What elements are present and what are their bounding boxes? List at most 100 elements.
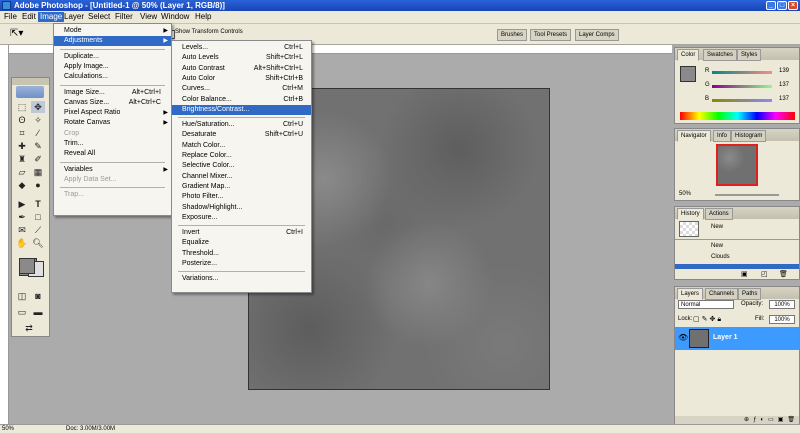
menu-item-rotate-canvas[interactable]: Rotate Canvas ▶	[54, 118, 171, 128]
menu-item-photo-filter[interactable]: Photo Filter...	[172, 192, 311, 202]
opacity-input[interactable]: 100%	[769, 300, 795, 309]
tab-histogram[interactable]: Histogram	[731, 130, 767, 142]
channel-r-slider[interactable]	[712, 71, 772, 74]
menu-item-trim[interactable]: Trim...	[54, 139, 171, 149]
eraser-tool-icon[interactable]: ▱	[15, 166, 29, 178]
history-state-new[interactable]: New	[711, 243, 723, 249]
zoom-tool-icon[interactable]: 🔍︎	[31, 237, 45, 249]
palette-well-brushes[interactable]: Brushes	[497, 29, 528, 41]
menu-item-exposure[interactable]: Exposure...	[172, 213, 311, 223]
lasso-tool-icon[interactable]: ʘ	[15, 114, 29, 126]
layers-panel-footer-icons[interactable]: ⊕ƒ◐▭▣🗑︎	[675, 416, 799, 424]
notes-tool-icon[interactable]: ✉	[15, 224, 29, 236]
tab-swatches[interactable]: Swatches	[703, 49, 738, 61]
tab-channels[interactable]: Channels	[705, 288, 739, 300]
menu-item-reveal-all[interactable]: Reveal All	[54, 149, 171, 159]
menu-item-image-size[interactable]: Image Size... Alt+Ctrl+I	[54, 88, 171, 98]
minimize-button[interactable]: _	[766, 1, 776, 10]
standard-mode-icon[interactable]: ◫	[15, 290, 29, 302]
menu-item-duplicate[interactable]: Duplicate...	[54, 52, 171, 62]
delete-state-icon[interactable]: 🗑︎	[779, 270, 788, 278]
menu-item-pixel-aspect-ratio[interactable]: Pixel Aspect Ratio ▶	[54, 108, 171, 118]
history-snapshot-thumbnail[interactable]	[679, 221, 699, 237]
menu-item-equalize[interactable]: Equalize	[172, 238, 311, 248]
close-button[interactable]: ×	[788, 1, 798, 10]
menu-item-hue-saturation[interactable]: Hue/Saturation... Ctrl+U	[172, 120, 311, 130]
full-screen-mode-icon[interactable]: ▬	[31, 306, 45, 318]
blur-tool-icon[interactable]: ◆	[15, 179, 29, 191]
rectangle-tool-icon[interactable]: □	[31, 211, 45, 223]
slice-tool-icon[interactable]: ∕	[31, 127, 45, 139]
eyedropper-tool-icon[interactable]: ⟋	[31, 224, 45, 236]
navigator-zoom-value[interactable]: 50%	[679, 191, 691, 197]
tab-layers[interactable]: Layers	[677, 288, 704, 300]
channel-r-value[interactable]: 139	[779, 68, 789, 74]
tab-styles[interactable]: Styles	[737, 49, 762, 61]
menu-item-auto-color[interactable]: Auto Color Shift+Ctrl+B	[172, 74, 311, 84]
menu-item-brightness-contrast[interactable]: Brightness/Contrast...	[172, 104, 311, 115]
lock-icons[interactable]: ▢✎✥🔒︎	[693, 315, 723, 324]
menu-window[interactable]: Window	[159, 12, 191, 22]
new-snapshot-icon[interactable]: ◰	[761, 270, 768, 278]
path-selection-tool-icon[interactable]: ▶	[15, 198, 29, 210]
menu-item-gradient-map[interactable]: Gradient Map...	[172, 182, 311, 192]
history-brush-tool-icon[interactable]: ✐	[31, 153, 45, 165]
menu-filter[interactable]: Filter	[113, 12, 135, 22]
channel-g-value[interactable]: 137	[779, 82, 789, 88]
menu-item-color-balance[interactable]: Color Balance... Ctrl+B	[172, 95, 311, 105]
menu-item-calculations[interactable]: Calculations...	[54, 72, 171, 82]
hand-tool-icon[interactable]: ✋	[15, 237, 29, 249]
maximize-button[interactable]: □	[777, 1, 787, 10]
magic-wand-tool-icon[interactable]: ✧	[31, 114, 45, 126]
menu-item-posterize[interactable]: Posterize...	[172, 259, 311, 269]
menu-item-replace-color[interactable]: Replace Color...	[172, 151, 311, 161]
menu-item-auto-contrast[interactable]: Auto Contrast Alt+Shift+Ctrl+L	[172, 64, 311, 74]
menu-image[interactable]: Image	[38, 12, 65, 22]
toolbox-grip[interactable]	[12, 78, 49, 85]
menu-item-invert[interactable]: Invert Ctrl+I	[172, 228, 311, 238]
menu-item-channel-mixer[interactable]: Channel Mixer...	[172, 172, 311, 182]
feather-logo-icon[interactable]	[16, 86, 44, 98]
layer-row[interactable]: 👁︎ Layer 1	[675, 327, 799, 350]
color-ramp[interactable]	[680, 112, 795, 120]
menu-item-auto-levels[interactable]: Auto Levels Shift+Ctrl+L	[172, 53, 311, 63]
menu-item-canvas-size[interactable]: Canvas Size... Alt+Ctrl+C	[54, 98, 171, 108]
menu-item-curves[interactable]: Curves... Ctrl+M	[172, 84, 311, 94]
type-tool-icon[interactable]: T	[31, 198, 45, 210]
jump-to-imageready-icon[interactable]: ⇄	[22, 322, 36, 334]
menu-layer[interactable]: Layer	[62, 12, 86, 22]
gradient-tool-icon[interactable]: ▦	[31, 166, 45, 178]
tab-history[interactable]: History	[677, 208, 704, 220]
foreground-color-swatch-visible[interactable]	[19, 258, 35, 274]
menu-item-levels[interactable]: Levels... Ctrl+L	[172, 43, 311, 53]
menu-help[interactable]: Help	[193, 12, 213, 22]
fill-input[interactable]: 100%	[769, 315, 795, 324]
tab-paths[interactable]: Paths	[738, 288, 762, 300]
menu-item-shadow-highlight[interactable]: Shadow/Highlight...	[172, 203, 311, 213]
move-tool-icon[interactable]: ⇱▾	[10, 28, 23, 39]
menu-file[interactable]: File	[2, 12, 19, 22]
menu-edit[interactable]: Edit	[20, 12, 38, 22]
dodge-tool-icon[interactable]: ●	[31, 179, 45, 191]
menu-item-adjustments[interactable]: Adjustments ▶	[54, 36, 171, 47]
tab-navigator[interactable]: Navigator	[677, 130, 711, 142]
menu-item-variables[interactable]: Variables ▶	[54, 165, 171, 175]
layer-name[interactable]: Layer 1	[713, 334, 738, 341]
new-document-from-state-icon[interactable]: ▣	[741, 270, 748, 278]
standard-screen-mode-icon[interactable]: ▭	[15, 306, 29, 318]
healing-brush-tool-icon[interactable]: ✚	[15, 140, 29, 152]
tab-info[interactable]: Info	[713, 130, 732, 142]
menu-item-apply-image[interactable]: Apply Image...	[54, 62, 171, 72]
move-tool-icon[interactable]: ✥	[31, 101, 45, 113]
channel-b-value[interactable]: 137	[779, 96, 789, 102]
clone-stamp-tool-icon[interactable]: ♜	[15, 153, 29, 165]
history-snapshot-label[interactable]: New	[711, 224, 723, 230]
blend-mode-select[interactable]: Normal	[678, 300, 734, 309]
menu-item-match-color[interactable]: Match Color...	[172, 141, 311, 151]
navigator-zoom-slider[interactable]	[715, 194, 779, 196]
history-state-clouds[interactable]: Clouds	[711, 254, 730, 260]
color-foreground-swatch[interactable]	[680, 66, 696, 82]
pen-tool-icon[interactable]: ✒	[15, 211, 29, 223]
palette-well-layer-comps[interactable]: Layer Comps	[575, 29, 619, 41]
menu-select[interactable]: Select	[86, 12, 112, 22]
